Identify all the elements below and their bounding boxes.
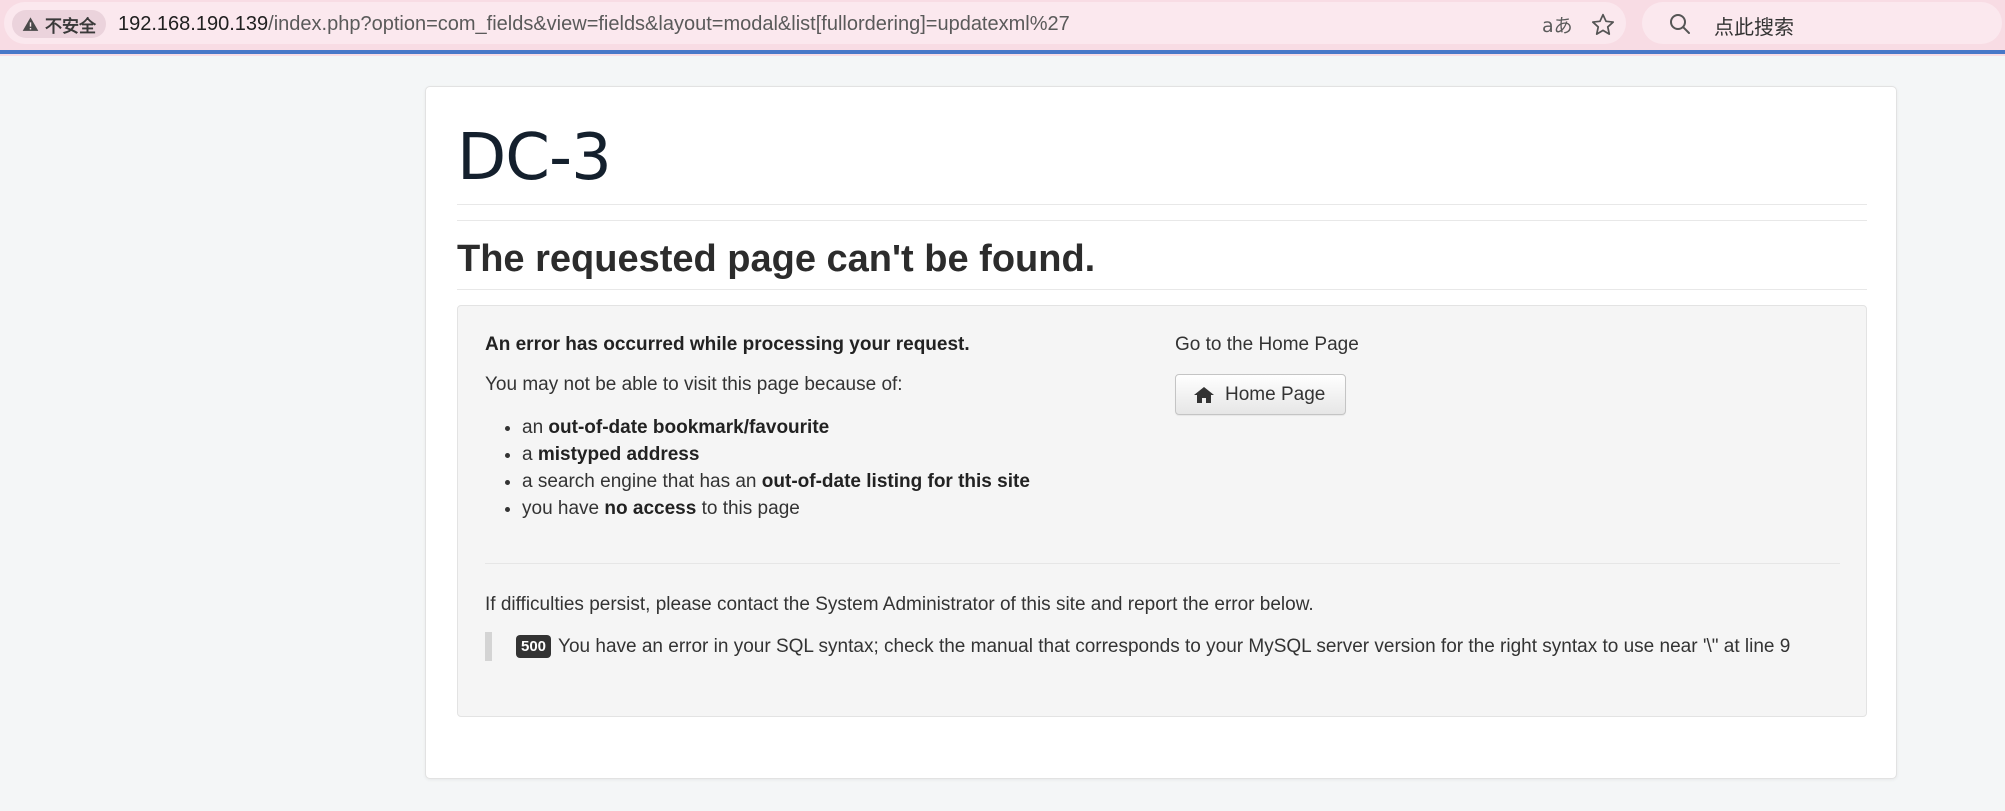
error-intro: You may not be able to visit this page b… xyxy=(485,374,903,395)
error-panel: An error has occurred while processing y… xyxy=(457,305,1867,717)
page-heading: The requested page can't be found. xyxy=(457,238,1096,280)
list-item: you have no access to this page xyxy=(522,495,1030,522)
error-details: 500 You have an error in your SQL syntax… xyxy=(485,632,1790,661)
list-item: an out-of-date bookmark/favourite xyxy=(522,414,1030,441)
star-icon[interactable] xyxy=(1590,12,1616,38)
url-path: /index.php?option=com_fields&view=fields… xyxy=(268,13,1070,35)
address-bar[interactable]: 不安全 192.168.190.139/index.php?option=com… xyxy=(4,2,1626,44)
security-indicator[interactable]: 不安全 xyxy=(12,10,106,38)
browser-search-box[interactable]: 点此搜索 xyxy=(1642,2,2002,44)
list-item: a search engine that has an out-of-date … xyxy=(522,468,1030,495)
site-title: DC-3 xyxy=(457,121,612,195)
browser-toolbar: 不安全 192.168.190.139/index.php?option=com… xyxy=(0,0,2005,56)
search-placeholder: 点此搜索 xyxy=(1714,15,1794,39)
divider xyxy=(457,204,1867,205)
divider xyxy=(457,220,1867,221)
loading-accent-line xyxy=(0,50,2005,54)
home-page-button[interactable]: Home Page xyxy=(1175,374,1346,415)
security-label: 不安全 xyxy=(45,16,96,37)
warning-icon xyxy=(22,16,39,31)
reason-list: an out-of-date bookmark/favourite a mist… xyxy=(522,414,1030,522)
error-message: You have an error in your SQL syntax; ch… xyxy=(558,635,1791,657)
page-container: DC-3 The requested page can't be found. … xyxy=(425,86,1897,779)
list-item: a mistyped address xyxy=(522,441,1030,468)
home-icon xyxy=(1194,386,1214,403)
home-label: Go to the Home Page xyxy=(1175,334,1359,355)
error-code-badge: 500 xyxy=(516,635,552,658)
error-title: An error has occurred while processing y… xyxy=(485,334,970,355)
home-button-label: Home Page xyxy=(1225,383,1326,405)
search-icon xyxy=(1670,14,1690,34)
url-host: 192.168.190.139 xyxy=(118,13,269,35)
url-text[interactable]: 192.168.190.139/index.php?option=com_fie… xyxy=(118,11,1070,37)
contact-text: If difficulties persist, please contact … xyxy=(485,594,1314,615)
divider xyxy=(485,563,1840,564)
divider xyxy=(457,289,1867,290)
translate-icon[interactable]: aあ xyxy=(1542,11,1573,38)
